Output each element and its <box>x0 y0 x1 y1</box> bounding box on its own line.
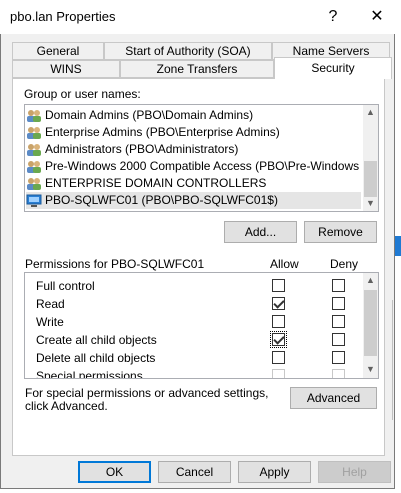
help-button[interactable]: ? <box>313 2 353 32</box>
group-name: Enterprise Admins (PBO\Enterprise Admins… <box>45 125 280 139</box>
deny-checkbox[interactable] <box>332 315 345 328</box>
allow-checkbox[interactable] <box>272 279 285 292</box>
permission-name: Create all child objects <box>36 333 157 347</box>
group-list-scrollbar[interactable]: ▲ ▼ <box>363 105 378 211</box>
permission-row: Full control <box>25 277 363 295</box>
computer-icon <box>26 194 42 208</box>
group-icon <box>26 143 42 157</box>
permission-rows: Full control Read Write Create all child ob… <box>25 273 363 378</box>
group-icon <box>26 160 42 174</box>
group-list-item[interactable]: ENTERPRISE DOMAIN CONTROLLERS <box>26 175 361 192</box>
background-divider <box>392 300 393 420</box>
allow-checkbox[interactable] <box>272 297 285 310</box>
allow-checkbox[interactable] <box>272 315 285 328</box>
add-button[interactable]: Add... <box>224 221 297 243</box>
deny-checkbox[interactable] <box>332 333 345 346</box>
deny-checkbox[interactable] <box>332 279 345 292</box>
permissions-label: Permissions for PBO-SQLWFC01 <box>25 257 205 271</box>
allow-checkbox[interactable] <box>272 351 285 364</box>
permissions-scrollbar[interactable]: ▲ ▼ <box>363 273 378 378</box>
permission-name: Write <box>36 315 64 329</box>
help-dialog-button[interactable]: Help <box>318 461 391 483</box>
close-button[interactable]: ✕ <box>357 2 397 32</box>
scroll-thumb[interactable] <box>364 290 377 356</box>
permissions-list[interactable]: Full control Read Write Create all child ob… <box>24 272 379 379</box>
group-name: PBO-SQLWFC01 (PBO\PBO-SQLWFC01$) <box>45 193 278 207</box>
group-name: Domain Admins (PBO\Domain Admins) <box>45 108 254 122</box>
group-icon <box>26 177 42 191</box>
group-list-item[interactable]: Domain Admins (PBO\Domain Admins) <box>26 107 361 124</box>
tab-start-of-authority[interactable]: Start of Authority (SOA) <box>104 42 272 60</box>
group-names-label: Group or user names: <box>24 87 141 101</box>
permission-name: Full control <box>36 279 95 293</box>
tab-wins[interactable]: WINS <box>12 60 120 78</box>
permission-row: Special permissions <box>25 367 363 378</box>
cancel-button[interactable]: Cancel <box>158 461 231 483</box>
advanced-button[interactable]: Advanced <box>290 387 377 409</box>
group-rows: Domain Admins (PBO\Domain Admins) Enterpr… <box>26 107 361 209</box>
allow-header: Allow <box>270 257 299 271</box>
allow-checkbox[interactable] <box>270 331 287 348</box>
ok-button[interactable]: OK <box>78 461 151 483</box>
group-list[interactable]: Domain Admins (PBO\Domain Admins) Enterpr… <box>24 104 379 212</box>
group-name: Administrators (PBO\Administrators) <box>45 142 239 156</box>
permission-row: Delete all child objects <box>25 349 363 367</box>
deny-header: Deny <box>330 257 359 271</box>
permission-name: Special permissions <box>36 369 143 378</box>
scroll-down-icon[interactable]: ▼ <box>363 362 378 377</box>
deny-checkbox[interactable] <box>332 297 345 310</box>
scroll-up-icon[interactable]: ▲ <box>363 105 378 120</box>
group-list-item[interactable]: Enterprise Admins (PBO\Enterprise Admins… <box>26 124 361 141</box>
group-name: ENTERPRISE DOMAIN CONTROLLERS <box>45 176 267 190</box>
background-accent <box>395 236 401 256</box>
scroll-thumb[interactable] <box>364 161 377 197</box>
allow-checkbox[interactable] <box>272 369 285 378</box>
group-list-item[interactable]: Administrators (PBO\Administrators) <box>26 141 361 158</box>
tab-zone-transfers[interactable]: Zone Transfers <box>120 60 274 78</box>
scroll-up-icon[interactable]: ▲ <box>363 273 378 288</box>
scroll-down-icon[interactable]: ▼ <box>363 196 378 211</box>
group-icon <box>26 126 42 140</box>
group-list-item[interactable]: PBO-SQLWFC01 (PBO\PBO-SQLWFC01$) <box>26 192 361 209</box>
group-list-item[interactable]: Pre-Windows 2000 Compatible Access (PBO\… <box>26 158 361 175</box>
group-name: Pre-Windows 2000 Compatible Access (PBO\… <box>45 159 361 173</box>
advanced-description: For special permissions or advanced sett… <box>25 386 269 413</box>
group-icon <box>26 109 42 123</box>
window-title: pbo.lan Properties <box>10 9 116 24</box>
permission-row: Create all child objects <box>25 331 363 349</box>
deny-checkbox[interactable] <box>332 351 345 364</box>
remove-button[interactable]: Remove <box>304 221 377 243</box>
permission-row: Write <box>25 313 363 331</box>
tab-general[interactable]: General <box>12 42 104 60</box>
permission-name: Read <box>36 297 65 311</box>
apply-button[interactable]: Apply <box>238 461 311 483</box>
deny-checkbox[interactable] <box>332 369 345 378</box>
permission-name: Delete all child objects <box>36 351 156 365</box>
tab-security[interactable]: Security <box>274 57 392 79</box>
permission-row: Read <box>25 295 363 313</box>
